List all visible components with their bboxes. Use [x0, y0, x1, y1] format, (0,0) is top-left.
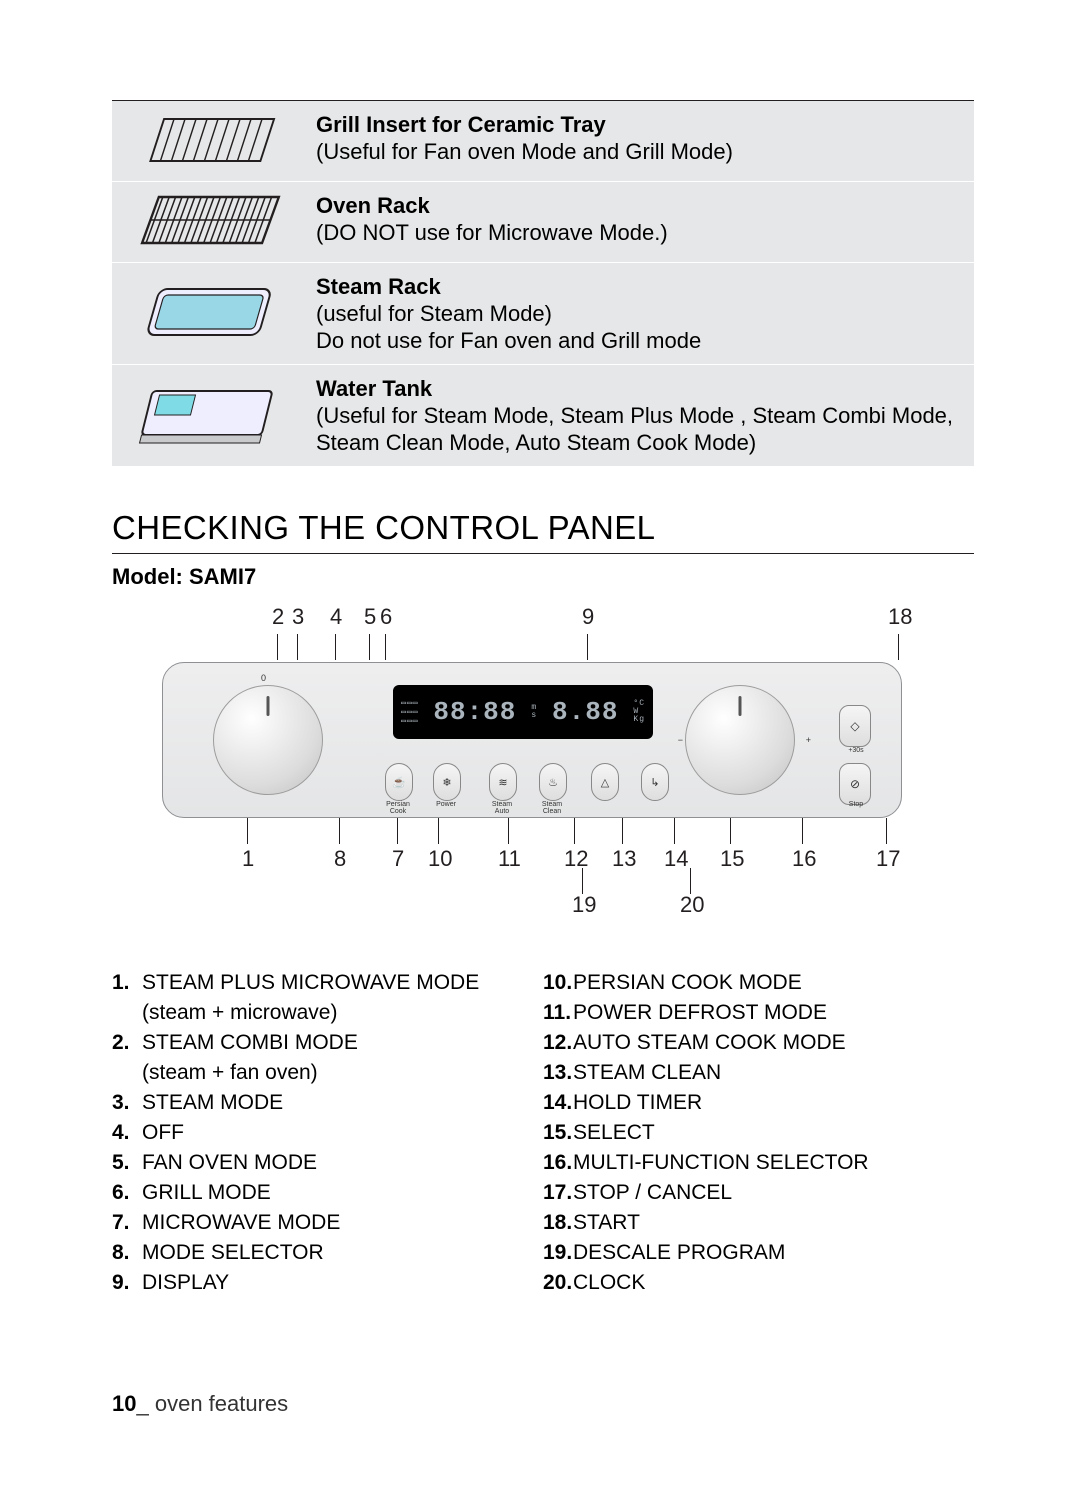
steam-auto-label: Steam Auto [484, 801, 520, 815]
legend-item: 3.STEAM MODE [112, 1088, 543, 1118]
callout-20: 20 [680, 892, 704, 918]
minus-label: − [678, 735, 683, 745]
legend-sub: (steam + microwave) [142, 998, 543, 1028]
stop-label: Stop [838, 801, 874, 808]
steam-clean-button: ♨ [539, 763, 567, 801]
display-units-right: °CWKg [633, 700, 645, 724]
legend-item: 14.HOLD TIMER [543, 1088, 974, 1118]
display-time: 88:88 [433, 697, 516, 727]
section-heading: CHECKING THE CONTROL PANEL [112, 509, 974, 554]
legend-item: 9.DISPLAY [112, 1268, 543, 1298]
auto-steam-button: ≋ [489, 763, 517, 801]
control-legend: 1.STEAM PLUS MICROWAVE MODE(steam + micr… [112, 968, 974, 1298]
legend-item: 20.CLOCK [543, 1268, 974, 1298]
legend-item: 12.AUTO STEAM COOK MODE [543, 1028, 974, 1058]
accessory-row: Oven Rack(DO NOT use for Microwave Mode.… [112, 182, 974, 263]
callout-9: 9 [582, 604, 594, 630]
plus30-label: +30s [838, 747, 874, 754]
callout-4: 4 [330, 604, 342, 630]
select-button: ↳ [641, 763, 669, 801]
accessory-text: Water Tank(Useful for Steam Mode, Steam … [304, 365, 974, 467]
accessory-text: Grill Insert for Ceramic Tray(Useful for… [304, 101, 974, 182]
accessory-text: Steam Rack(useful for Steam Mode)Do not … [304, 263, 974, 365]
legend-sub: (steam + fan oven) [142, 1058, 543, 1088]
hold-timer-button: △ [591, 763, 619, 801]
control-panel-diagram: 23456 9 18 0 ▭▭▭▭▭▭▭▭▭ 88:88 ms 8.88 °CWKg… [112, 604, 974, 916]
display-units-left: ms [531, 704, 537, 720]
accessory-row: Water Tank(Useful for Steam Mode, Steam … [112, 365, 974, 467]
callout-3: 3 [292, 604, 304, 630]
mode-selector-knob [213, 685, 323, 795]
display-aux: 8.88 [552, 697, 618, 727]
manual-page: Grill Insert for Ceramic Tray(Useful for… [0, 0, 1080, 1491]
panel-face: 0 ▭▭▭▭▭▭▭▭▭ 88:88 ms 8.88 °CWKg ☕ Persia… [162, 662, 902, 818]
oven-rack-icon [112, 182, 304, 263]
power-defrost-button: ❄ [433, 763, 461, 801]
callout-19: 19 [572, 892, 596, 918]
persian-cook-label: Persian Cook [380, 801, 416, 815]
accessory-row: Steam Rack(useful for Steam Mode)Do not … [112, 263, 974, 365]
water-tank-icon [112, 365, 304, 467]
persian-cook-button: ☕ [385, 763, 413, 801]
legend-item: 5.FAN OVEN MODE [112, 1148, 543, 1178]
off-label: 0 [261, 673, 266, 683]
plus-label: + [806, 735, 811, 745]
legend-item: 6.GRILL MODE [112, 1178, 543, 1208]
accessory-text: Oven Rack(DO NOT use for Microwave Mode.… [304, 182, 974, 263]
callout-18: 18 [888, 604, 912, 630]
legend-item: 17.STOP / CANCEL [543, 1178, 974, 1208]
legend-item: 8.MODE SELECTOR [112, 1238, 543, 1268]
callout-2: 2 [272, 604, 284, 630]
legend-item: 15.SELECT [543, 1118, 974, 1148]
accessory-row: Grill Insert for Ceramic Tray(Useful for… [112, 101, 974, 182]
display-icons: ▭▭▭▭▭▭▭▭▭ [401, 699, 418, 726]
legend-item: 10.PERSIAN COOK MODE [543, 968, 974, 998]
page-footer: 10_ oven features [112, 1391, 288, 1417]
callout-5: 5 [364, 604, 376, 630]
legend-item: 1.STEAM PLUS MICROWAVE MODE [112, 968, 543, 998]
legend-item: 18.START [543, 1208, 974, 1238]
start-button: ◇ [839, 705, 871, 747]
legend-item: 7.MICROWAVE MODE [112, 1208, 543, 1238]
legend-item: 13.STEAM CLEAN [543, 1058, 974, 1088]
multi-function-knob [685, 685, 795, 795]
power-label: Power [428, 801, 464, 808]
model-line: Model: SAMI7 [112, 564, 980, 590]
grill-insert-icon [112, 101, 304, 182]
display-screen: ▭▭▭▭▭▭▭▭▭ 88:88 ms 8.88 °CWKg [393, 685, 653, 739]
callout-6: 6 [380, 604, 392, 630]
stop-button: ⊘ [839, 763, 871, 805]
footer-label: oven features [155, 1391, 288, 1416]
legend-item: 2.STEAM COMBI MODE [112, 1028, 543, 1058]
accessories-table: Grill Insert for Ceramic Tray(Useful for… [112, 100, 974, 467]
steam-clean-label: Steam Clean [534, 801, 570, 815]
legend-item: 4.OFF [112, 1118, 543, 1148]
legend-item: 19.DESCALE PROGRAM [543, 1238, 974, 1268]
legend-item: 11.POWER DEFROST MODE [543, 998, 974, 1028]
page-number: 10 [112, 1391, 136, 1416]
steam-rack-icon [112, 263, 304, 365]
legend-item: 16.MULTI-FUNCTION SELECTOR [543, 1148, 974, 1178]
